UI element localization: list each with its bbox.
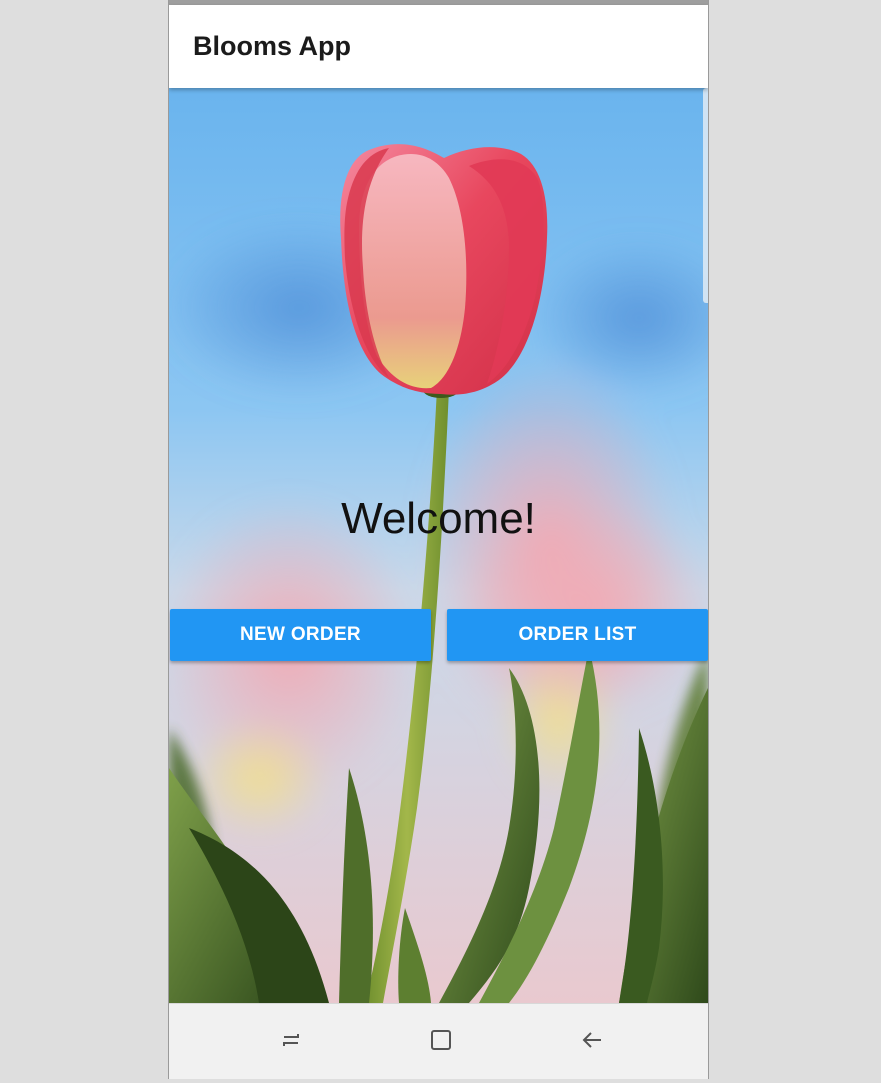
welcome-heading: Welcome! xyxy=(341,494,536,543)
scroll-indicator[interactable] xyxy=(703,88,708,303)
navigation-bar xyxy=(169,1003,708,1079)
phone-screen: Blooms App Welcome! NEW ORDER ORDER LIST xyxy=(168,0,709,1079)
recent-apps-icon xyxy=(283,1034,299,1046)
back-button[interactable] xyxy=(570,1020,614,1060)
app-title: Blooms App xyxy=(193,31,351,61)
order-list-button[interactable]: ORDER LIST xyxy=(447,609,708,661)
home-icon xyxy=(431,1030,451,1050)
new-order-button[interactable]: NEW ORDER xyxy=(170,609,431,661)
home-button[interactable] xyxy=(419,1020,463,1060)
app-bar: Blooms App xyxy=(169,5,708,88)
back-icon xyxy=(582,1032,601,1048)
tulip-background-image xyxy=(169,88,708,1003)
main-content: Welcome! NEW ORDER ORDER LIST xyxy=(169,88,708,1003)
recent-apps-button[interactable] xyxy=(269,1020,313,1060)
